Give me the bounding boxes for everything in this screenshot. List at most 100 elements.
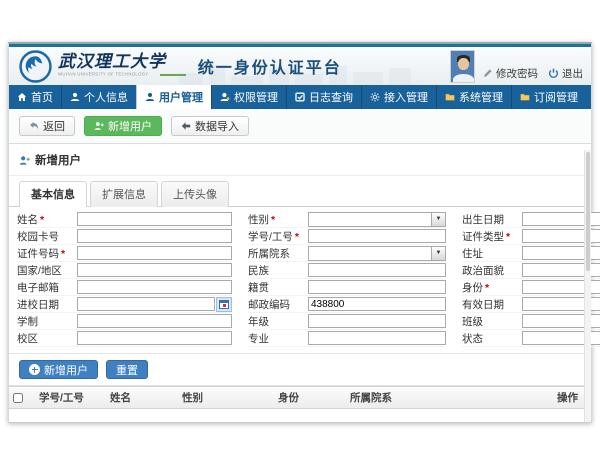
id-type-field: 证件类型* xyxy=(462,228,600,245)
enrollment-date-input[interactable] xyxy=(77,297,215,311)
identity-field: 身份* xyxy=(462,279,600,296)
folder-icon xyxy=(520,92,530,102)
reset-button[interactable]: 重置 xyxy=(106,360,148,379)
empty-table-row xyxy=(9,409,591,422)
form-tabs: 基本信息 扩展信息 上传头像 xyxy=(9,176,591,207)
country-region-input[interactable] xyxy=(77,263,232,277)
country-region-field: 国家/地区 xyxy=(17,262,232,279)
ethnicity-input[interactable] xyxy=(308,263,446,277)
student-id-field: 学号/工号* xyxy=(248,228,446,245)
required-mark: * xyxy=(61,248,65,260)
valid-date-field: 有效日期 xyxy=(462,296,600,313)
major-input[interactable] xyxy=(308,331,446,345)
student-id-input[interactable] xyxy=(308,229,446,243)
col-identity: 身份 xyxy=(274,387,346,409)
name-input[interactable] xyxy=(77,212,232,226)
email-field: 电子邮箱 xyxy=(17,279,232,296)
grade-input[interactable] xyxy=(308,314,446,328)
log-check-icon xyxy=(295,92,305,102)
nav-tab-personal-info[interactable]: 个人信息 xyxy=(61,85,136,109)
address-field: 住址 xyxy=(462,245,600,262)
tab-basic-info[interactable]: 基本信息 xyxy=(19,181,87,207)
campus-field: 校区 xyxy=(17,330,232,347)
id-number-input[interactable] xyxy=(77,246,232,260)
app-window: 武汉理工大学 WUHAN UNIVERSITY OF TECHNOLOGY 统一… xyxy=(8,42,592,423)
folder-icon xyxy=(445,92,455,102)
select-all-checkbox[interactable] xyxy=(13,393,23,403)
class-field: 班级 xyxy=(462,313,600,330)
user-icon xyxy=(145,92,155,102)
university-name-en: WUHAN UNIVERSITY OF TECHNOLOGY xyxy=(58,72,149,76)
university-name: 武汉理工大学 xyxy=(58,54,186,71)
required-mark: * xyxy=(295,231,299,243)
basic-info-form: 姓名* 性别*▼ 出生日期 校园卡号 学号/工号* 证件类型* 证件号码* 所属… xyxy=(9,207,591,354)
gender-select[interactable]: ▼ xyxy=(308,212,446,227)
nav-tab-home[interactable]: 首页 xyxy=(9,85,61,109)
home-icon xyxy=(17,92,27,102)
ethnicity-field: 民族 xyxy=(248,262,446,279)
required-mark: * xyxy=(485,282,489,294)
name-field: 姓名* xyxy=(17,211,232,228)
nav-tab-access-management[interactable]: 接入管理 xyxy=(361,85,436,109)
schooling-length-input[interactable] xyxy=(77,314,232,328)
logout-link[interactable]: 退出 xyxy=(548,66,583,81)
page: 武汉理工大学 WUHAN UNIVERSITY OF TECHNOLOGY 统一… xyxy=(0,0,600,450)
col-student-id: 学号/工号 xyxy=(35,387,106,409)
campus-card-input[interactable] xyxy=(77,229,232,243)
email-input[interactable] xyxy=(77,280,232,294)
campus-card-field: 校园卡号 xyxy=(17,228,232,245)
col-name: 姓名 xyxy=(106,387,178,409)
grade-field: 年级 xyxy=(248,313,446,330)
user-avatar[interactable] xyxy=(450,50,475,83)
enrollment-date-field: 进校日期 xyxy=(17,296,232,313)
nav-tab-log-query[interactable]: 日志查询 xyxy=(286,85,361,109)
nav-tab-permission-management[interactable]: 权限管理 xyxy=(211,85,286,109)
schooling-length-field: 学制 xyxy=(17,313,232,330)
user-plus-icon xyxy=(94,121,104,131)
toolbar: 返回 新增用户 数据导入 xyxy=(9,109,591,144)
native-place-field: 籍贯 xyxy=(248,279,446,296)
platform-title: 统一身份认证平台 xyxy=(198,54,342,78)
birth-date-field: 出生日期 xyxy=(462,211,600,228)
major-field: 专业 xyxy=(248,330,446,347)
status-field: 状态 xyxy=(462,330,600,347)
change-password-link[interactable]: 修改密码 xyxy=(483,66,538,81)
pencil-icon xyxy=(483,68,493,78)
add-user-button[interactable]: 新增用户 xyxy=(84,116,162,136)
postal-code-input[interactable] xyxy=(308,297,446,311)
nav-tab-system-management[interactable]: 系统管理 xyxy=(436,85,511,109)
user-table: 学号/工号 姓名 性别 身份 所属院系 操作 xyxy=(9,386,591,422)
political-status-field: 政治面貌 xyxy=(462,262,600,279)
col-department: 所属院系 xyxy=(346,387,553,409)
left-arrow-icon xyxy=(181,121,191,131)
id-number-field: 证件号码* xyxy=(17,245,232,262)
user-icon xyxy=(70,92,80,102)
university-name-block: 武汉理工大学 WUHAN UNIVERSITY OF TECHNOLOGY xyxy=(58,54,186,78)
section-title: 新增用户 xyxy=(35,152,81,168)
user-key-icon xyxy=(220,92,230,102)
gear-icon xyxy=(370,92,380,102)
col-gender: 性别 xyxy=(178,387,274,409)
university-logo-icon xyxy=(19,50,52,83)
campus-input[interactable] xyxy=(77,331,232,345)
native-place-input[interactable] xyxy=(308,280,446,294)
submit-add-user-button[interactable]: 新增用户 xyxy=(19,360,98,379)
green-underline-decoration xyxy=(160,74,186,76)
required-mark: * xyxy=(506,231,510,243)
nav-tab-subscription-management[interactable]: 订阅管理 xyxy=(511,85,586,109)
postal-code-field: 邮政编码 xyxy=(248,296,446,313)
scrollbar-thumb[interactable] xyxy=(586,152,590,271)
calendar-icon xyxy=(219,300,229,309)
circle-plus-icon xyxy=(29,364,40,375)
department-select[interactable]: ▼ xyxy=(308,246,446,261)
back-arrow-icon xyxy=(29,121,39,131)
vertical-scrollbar[interactable] xyxy=(584,150,591,422)
tab-upload-avatar[interactable]: 上传头像 xyxy=(161,181,229,207)
calendar-button[interactable] xyxy=(216,297,232,312)
main-navbar: 首页 个人信息 用户管理 权限管理 日志查询 接入管理 xyxy=(9,85,591,109)
table-header-row: 学号/工号 姓名 性别 身份 所属院系 操作 xyxy=(9,387,591,409)
back-button[interactable]: 返回 xyxy=(19,116,75,136)
nav-tab-user-management[interactable]: 用户管理 xyxy=(136,85,211,109)
data-import-button[interactable]: 数据导入 xyxy=(171,116,249,136)
tab-extended-info[interactable]: 扩展信息 xyxy=(90,181,158,207)
